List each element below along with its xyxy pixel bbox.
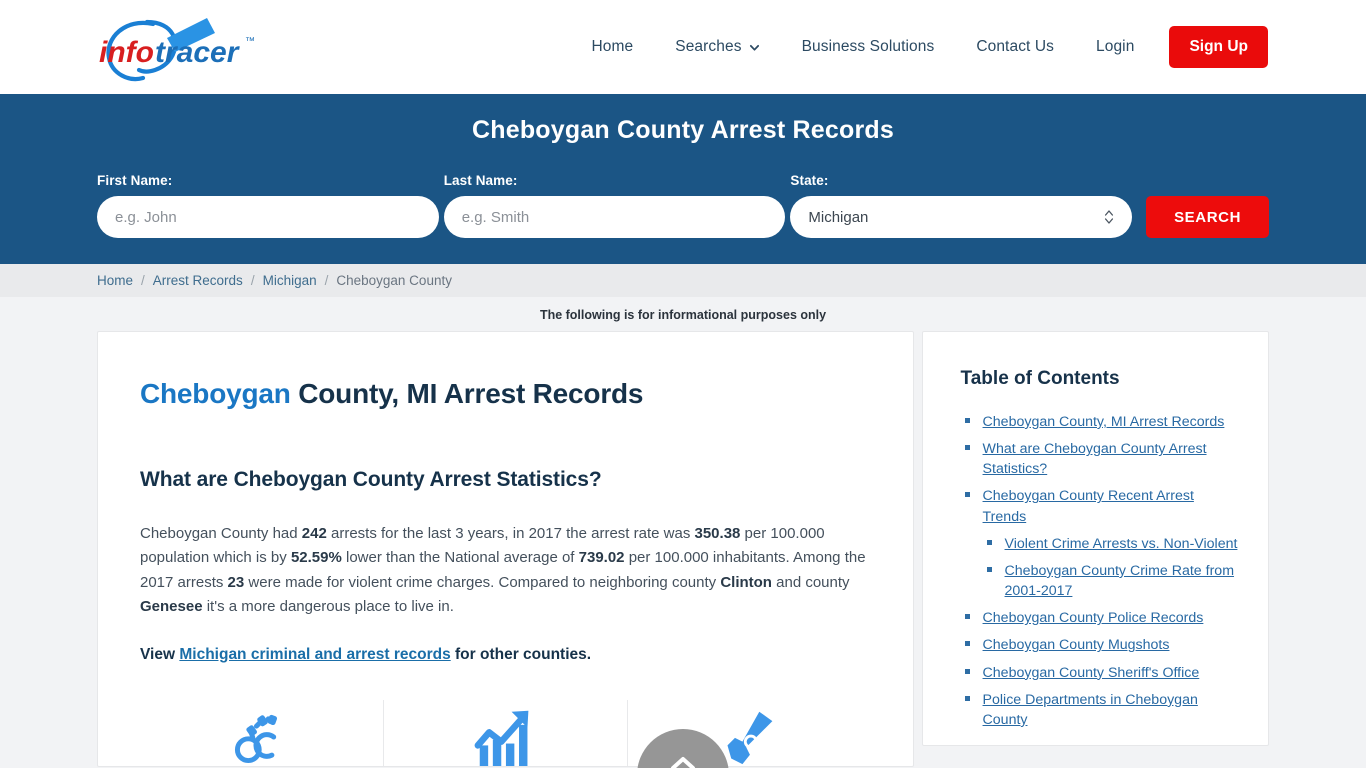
nav-link-business-solutions-label: Business Solutions	[801, 38, 935, 55]
nav-link-searches-label: Searches	[675, 38, 742, 55]
handgun-icon	[727, 711, 773, 764]
infotracer-logo[interactable]: info tracer ™	[95, 8, 270, 86]
svg-text:info: info	[99, 36, 154, 69]
page-title: Cheboygan County, MI Arrest Records	[140, 378, 871, 410]
hero-search-section: Cheboygan County Arrest Records First Na…	[0, 94, 1366, 264]
stat-value: 350.38	[694, 525, 741, 542]
view-suffix: for other counties.	[450, 645, 592, 663]
state-field-group: State: Michigan	[790, 173, 1133, 238]
nav-link-contact-us[interactable]: Contact Us	[955, 38, 1075, 56]
chevron-down-icon	[749, 44, 759, 51]
state-label: State:	[790, 173, 829, 188]
toc-title: Table of Contents	[960, 368, 1120, 389]
breadcrumb-item-current: Cheboygan County	[336, 273, 452, 288]
handcuffs-icon	[235, 714, 278, 763]
svg-text:™: ™	[245, 36, 255, 47]
toc-item: Cheboygan County Police Records	[961, 608, 1240, 628]
trending-up-chart-icon	[474, 710, 529, 766]
toc-link-0[interactable]: Cheboygan County, MI Arrest Records	[983, 414, 1225, 430]
breadcrumb: Home / Arrest Records / Michigan / Chebo…	[0, 264, 1366, 297]
toc-item: Cheboygan County Recent Arrest Trends	[961, 486, 1240, 526]
toc-link-5[interactable]: Cheboygan County Police Records	[983, 610, 1204, 626]
stat-text: lower than the National average of	[341, 549, 579, 567]
michigan-records-link[interactable]: Michigan criminal and arrest records	[179, 646, 450, 663]
informational-notice: The following is for informational purpo…	[0, 297, 1366, 331]
toc-item: Violent Crime Arrests vs. Non-Violent	[961, 534, 1240, 554]
toc-item: Cheboygan County Sheriff's Office	[961, 663, 1240, 683]
state-select-wrapper: Michigan	[790, 196, 1133, 238]
statistics-heading: What are Cheboygan County Arrest Statist…	[140, 468, 602, 491]
stat-icon-strip	[140, 699, 871, 766]
chevron-up-icon	[671, 756, 695, 768]
nav-link-login-label: Login	[1096, 38, 1135, 55]
toc-item: What are Cheboygan County Arrest Statist…	[961, 439, 1240, 479]
breadcrumb-item-arrest-records[interactable]: Arrest Records	[153, 273, 243, 288]
stat-value: Genesee	[140, 598, 203, 616]
last-name-field-group: Last Name:	[443, 173, 786, 238]
toc-list: Cheboygan County, MI Arrest Records What …	[961, 412, 1240, 730]
breadcrumb-separator: /	[324, 273, 329, 288]
stat-value: 242	[301, 525, 327, 542]
breadcrumb-item-michigan[interactable]: Michigan	[263, 273, 317, 288]
primary-nav: Home Searches Business Solutions Contact…	[571, 0, 1268, 94]
view-prefix: View	[140, 645, 180, 663]
stat-icon-cell-trend	[382, 699, 627, 766]
breadcrumb-separator: /	[250, 273, 255, 288]
toc-link-3[interactable]: Violent Crime Arrests vs. Non-Violent	[1005, 536, 1238, 552]
sign-up-button[interactable]: Sign Up	[1169, 26, 1268, 68]
stat-text: arrests for the last 3 years, in 2017 th…	[326, 525, 695, 542]
nav-link-home[interactable]: Home	[571, 38, 655, 56]
toc-link-2[interactable]: Cheboygan County Recent Arrest Trends	[983, 488, 1194, 524]
toc-item: Cheboygan County Mugshots	[961, 635, 1240, 655]
table-of-contents-card: Table of Contents Cheboygan County, MI A…	[921, 331, 1269, 746]
first-name-input[interactable]	[97, 196, 439, 238]
main-content-card: Cheboygan County, MI Arrest Records What…	[97, 331, 914, 767]
content-area: Cheboygan County, MI Arrest Records What…	[0, 331, 1366, 767]
nav-link-home-label: Home	[591, 38, 634, 55]
toc-link-7[interactable]: Cheboygan County Sheriff's Office	[983, 665, 1200, 681]
last-name-input[interactable]	[443, 196, 786, 238]
stat-icon-cell-arrests	[140, 700, 383, 766]
stat-value: Clinton	[720, 573, 772, 591]
svg-text:tracer: tracer	[155, 36, 241, 69]
nav-link-login[interactable]: Login	[1075, 38, 1155, 56]
toc-link-4[interactable]: Cheboygan County Crime Rate from 2001-20…	[1005, 563, 1234, 599]
stat-text: were made for violent crime charges. Com…	[244, 573, 721, 591]
state-select[interactable]: Michigan	[790, 196, 1133, 238]
hero-title: Cheboygan County Arrest Records	[471, 116, 894, 144]
top-navigation-bar: info tracer ™ Home Searches Business Sol…	[0, 0, 1366, 94]
last-name-label: Last Name:	[443, 173, 518, 188]
toc-link-8[interactable]: Police Departments in Cheboygan County	[983, 692, 1198, 728]
page-root: info tracer ™ Home Searches Business Sol…	[0, 0, 1366, 768]
nav-link-contact-us-label: Contact Us	[976, 38, 1054, 55]
first-name-label: First Name:	[97, 173, 173, 188]
toc-item: Police Departments in Cheboygan County	[961, 690, 1240, 730]
nav-link-business-solutions[interactable]: Business Solutions	[781, 38, 956, 56]
stat-text: and county	[771, 573, 850, 591]
nav-link-searches[interactable]: Searches	[654, 38, 780, 56]
page-title-rest: County, MI Arrest Records	[290, 378, 644, 409]
toc-link-1[interactable]: What are Cheboygan County Arrest Statist…	[983, 441, 1207, 477]
first-name-field-group: First Name:	[97, 173, 439, 238]
page-title-highlight: Cheboygan	[140, 378, 291, 409]
breadcrumb-separator: /	[141, 273, 145, 288]
toc-item: Cheboygan County, MI Arrest Records	[961, 412, 1240, 432]
statistics-paragraph: Cheboygan County had 242 arrests for the…	[140, 522, 871, 620]
breadcrumb-item-home[interactable]: Home	[97, 273, 133, 288]
stat-value: 52.59%	[290, 549, 342, 567]
search-button[interactable]: SEARCH	[1146, 196, 1270, 238]
stat-value: 23	[227, 573, 245, 591]
view-other-counties-line: View Michigan criminal and arrest record…	[140, 646, 871, 664]
toc-item: Cheboygan County Crime Rate from 2001-20…	[961, 561, 1240, 601]
logo-graphic: info tracer ™	[99, 18, 255, 82]
toc-link-6[interactable]: Cheboygan County Mugshots	[983, 637, 1170, 653]
stat-text: Cheboygan County had	[140, 525, 302, 542]
stat-text: it's a more dangerous place to live in.	[202, 598, 454, 616]
stat-value: 739.02	[578, 549, 625, 567]
search-form: First Name: Last Name: State: Michigan	[0, 173, 1366, 238]
